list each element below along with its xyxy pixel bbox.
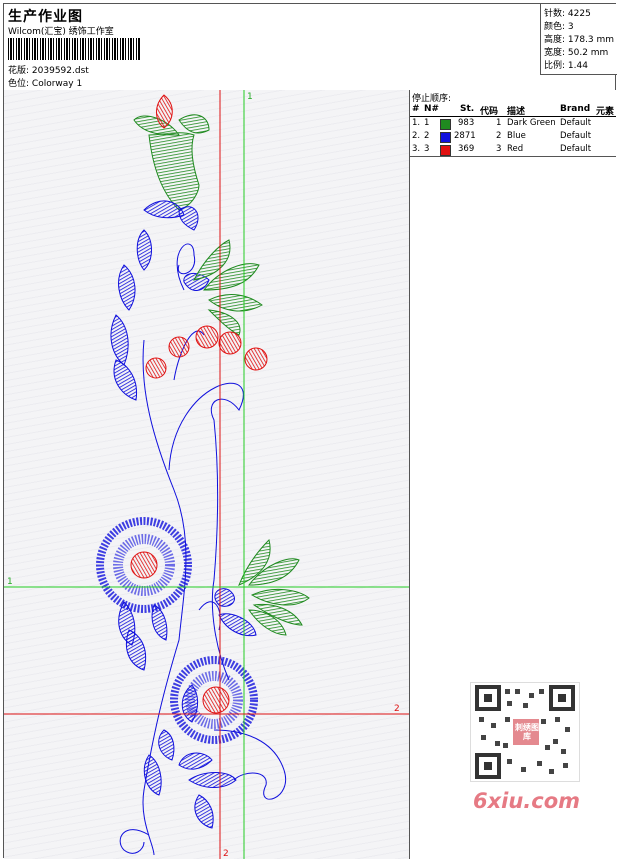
col-stitches: St. (460, 104, 475, 114)
spec-ratio: 比例: 1.44 (544, 61, 588, 71)
row-description: Red (507, 144, 524, 154)
row-description: Blue (507, 131, 526, 141)
stop-sequence-title: 停止顺序: (412, 94, 452, 104)
row-index: 3. (412, 144, 421, 154)
color-swatch-icon (440, 119, 451, 130)
spec-stitches: 针数: 4225 (544, 9, 591, 19)
col-index: # (412, 104, 420, 114)
spec-width: 宽度: 50.2 mm (544, 48, 609, 58)
design-row: 花版: 2039592.dst (8, 63, 89, 76)
table-row: 2. 2 2871 2 Blue Default (410, 131, 616, 144)
guide-marker-bottom: 2 (223, 849, 229, 859)
row-code: 1 (496, 118, 502, 128)
site-watermark: 6xiu.com (473, 789, 581, 813)
row-stitches: 2871 (454, 131, 476, 141)
col-number: N# (424, 104, 440, 114)
row-index: 1. (412, 118, 421, 128)
colorway-label: 色位: (8, 79, 30, 89)
guide-marker-left: 1 (7, 577, 13, 587)
color-swatch-icon (440, 145, 451, 156)
colorway-value: Colorway 1 (31, 79, 83, 89)
design-label: 花版: (8, 66, 30, 76)
panel-divider (410, 156, 616, 157)
row-brand: Default (560, 118, 592, 128)
row-number: 2 (424, 131, 430, 141)
col-description: 描述 (507, 107, 526, 117)
col-code: 代码 (480, 107, 499, 117)
color-swatch-icon (440, 132, 451, 143)
row-number: 1 (424, 118, 430, 128)
row-code: 3 (496, 144, 502, 154)
sheet-header: 生产作业图 Wilcom(汇宝) 绣饰工作室 花版: 2039592.dst 色… (4, 4, 617, 91)
table-header: # N# St. 代码 描述 Brand 元素 (410, 104, 616, 117)
row-brand: Default (560, 131, 592, 141)
spec-colors: 颜色: 3 (544, 22, 574, 32)
embroidery-design: 1 1 2 2 (4, 90, 409, 859)
guide-marker-top: 1 (247, 92, 253, 102)
design-value: 2039592.dst (31, 66, 89, 76)
guide-marker-right: 2 (394, 704, 400, 714)
col-element: 元素 (596, 107, 615, 117)
spec-height: 高度: 178.3 mm (544, 35, 615, 45)
specs-box: 针数: 4225 颜色: 3 高度: 178.3 mm 宽度: 50.2 mm … (540, 4, 617, 75)
col-brand: Brand (560, 104, 591, 114)
row-description: Dark Green (507, 118, 556, 128)
row-index: 2. (412, 131, 421, 141)
qr-caption: 刺绣图库 (515, 723, 539, 741)
company-name: Wilcom(汇宝) 绣饰工作室 (8, 27, 114, 37)
design-canvas: 1 1 2 2 (4, 90, 410, 859)
page-title: 生产作业图 (8, 9, 83, 25)
colorway-row: 色位: Colorway 1 (8, 76, 82, 89)
row-stitches: 983 (458, 118, 475, 128)
row-number: 3 (424, 144, 430, 154)
row-brand: Default (560, 144, 592, 154)
qr-code: 刺绣图库 (470, 682, 580, 782)
barcode (8, 38, 140, 60)
table-row: 1. 1 983 1 Dark Green Default (410, 118, 616, 131)
row-stitches: 369 (458, 144, 475, 154)
row-code: 2 (496, 131, 502, 141)
